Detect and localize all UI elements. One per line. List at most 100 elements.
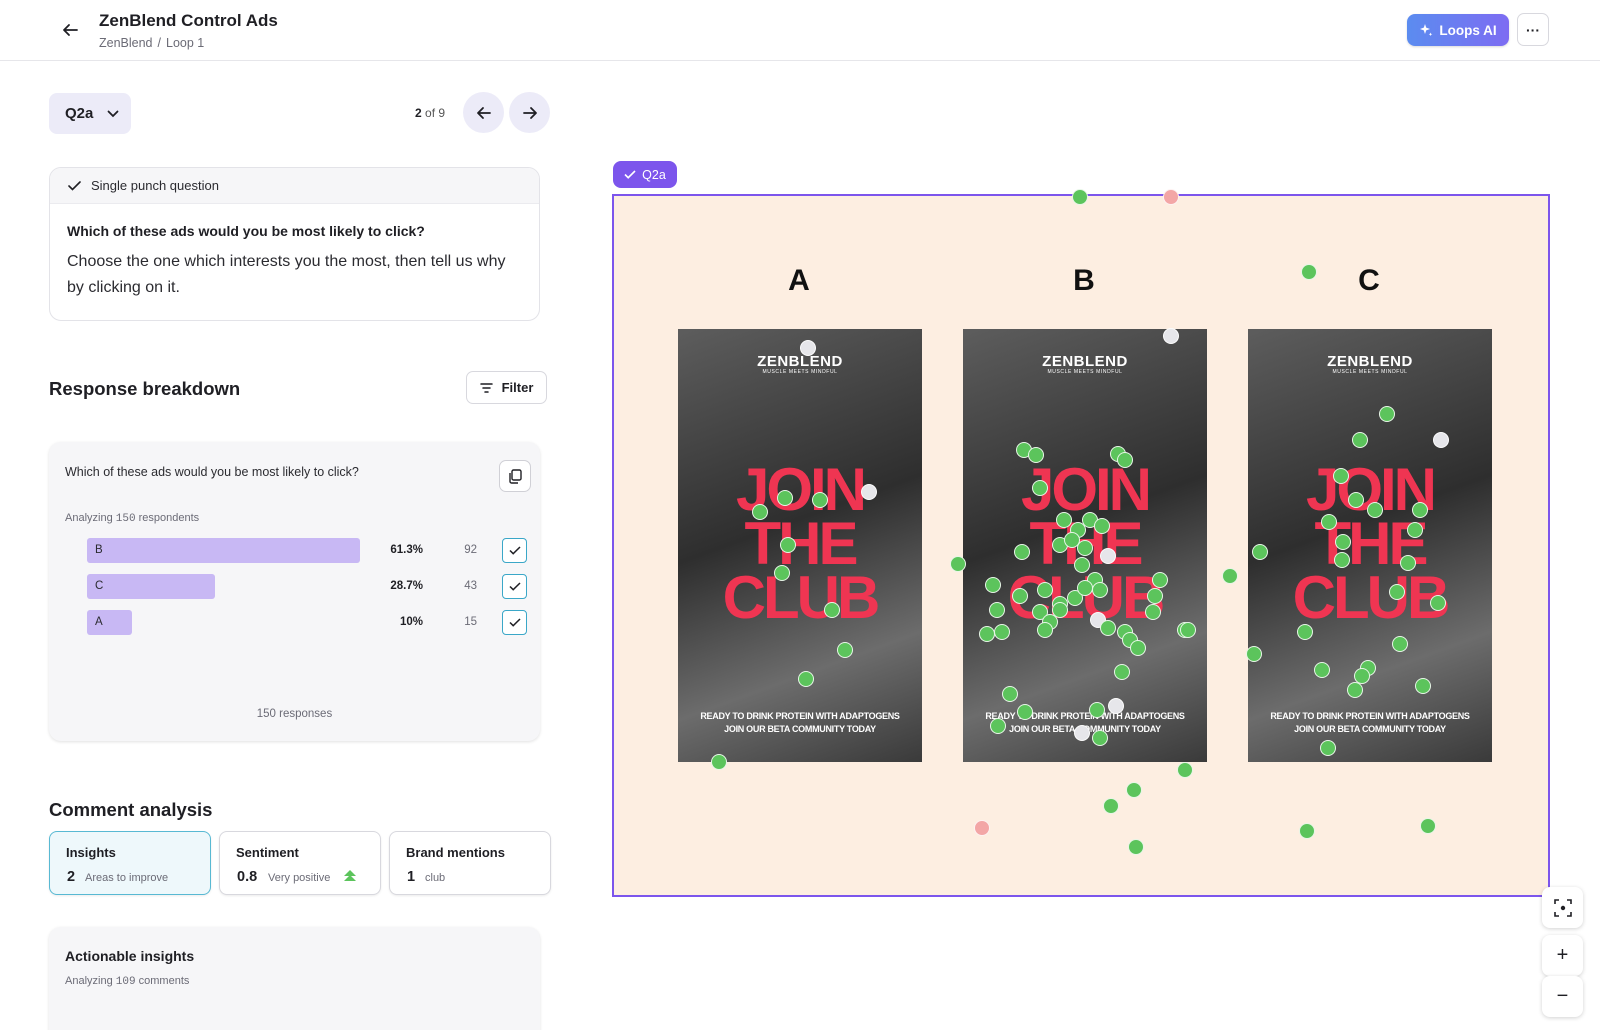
breadcrumb-project[interactable]: ZenBlend (99, 36, 153, 50)
ad-logo-tagline: MUSCLE MEETS MINDFUL (1332, 369, 1408, 375)
pager-indicator: 2 of 9 (415, 106, 445, 120)
check-icon (624, 170, 636, 179)
response-bar (87, 574, 215, 599)
more-options-button[interactable]: ··· (1517, 13, 1549, 46)
loops-ai-button[interactable]: Loops AI (1407, 14, 1509, 46)
ad-image-c[interactable]: ZENBLEND MUSCLE MEETS MINDFUL JOIN THE C… (1248, 329, 1492, 762)
analyzing-prefix: Analyzing (65, 975, 113, 987)
insights-card[interactable]: Insights 2 Areas to improve (49, 831, 211, 895)
question-card: Single punch question Which of these ads… (49, 167, 540, 321)
next-question-button[interactable] (509, 92, 550, 133)
filter-button[interactable]: Filter (466, 371, 547, 404)
comment-count: 109 (115, 976, 136, 988)
option-label: A (95, 616, 103, 628)
check-icon (508, 582, 521, 591)
ad-logo: ZENBLEND (1042, 353, 1128, 370)
actionable-insights-title: Actionable insights (65, 948, 195, 964)
breadcrumb: ZenBlend / Loop 1 (99, 36, 204, 50)
ad-image-a[interactable]: ZENBLEND MUSCLE MEETS MINDFUL JOIN THE C… (678, 329, 922, 762)
ad-logo: ZENBLEND (757, 353, 843, 370)
question-type-header: Single punch question (50, 168, 539, 204)
check-icon (508, 546, 521, 555)
sentiment-card[interactable]: Sentiment 0.8 Very positive (219, 831, 381, 895)
page-title: ZenBlend Control Ads (99, 11, 278, 30)
check-icon (68, 180, 81, 191)
canvas-tag-label: Q2a (642, 167, 666, 182)
ad-letter-c: C (1358, 264, 1380, 297)
option-percent: 28.7% (390, 580, 423, 592)
breakdown-row: B 61.3% 92 (87, 538, 527, 563)
brand-mentions-value: 1 (407, 869, 416, 885)
analyzing-prefix: Analyzing (65, 512, 113, 524)
chevron-down-icon (107, 110, 119, 117)
ad-logo-tagline: MUSCLE MEETS MINDFUL (762, 369, 838, 375)
analyzing-comments: Analyzing 109 comments (65, 975, 189, 988)
sentiment-sub: Very positive (268, 872, 331, 884)
ad-footer-line-2: JOIN OUR BETA COMMUNITY TODAY (1294, 724, 1446, 734)
breakdown-question: Which of these ads would you be most lik… (65, 465, 359, 479)
response-breakdown-title: Response breakdown (49, 378, 241, 399)
zoom-in-button[interactable]: + (1542, 935, 1583, 976)
option-percent: 10% (399, 616, 423, 628)
analyzing-respondents: Analyzing 150 respondents (65, 512, 199, 525)
brand-mentions-card[interactable]: Brand mentions 1 club (389, 831, 551, 895)
focus-icon (1553, 898, 1572, 917)
option-percent: 61.3% (390, 544, 423, 556)
option-label: C (95, 580, 104, 592)
breadcrumb-loop[interactable]: Loop 1 (166, 36, 204, 50)
breakdown-row: C 28.7% 43 (87, 574, 527, 599)
ad-letter-b: B (1073, 264, 1095, 297)
brand-mentions-title: Brand mentions (406, 845, 505, 860)
insights-value: 2 (67, 869, 76, 885)
ad-letter-a: A (788, 264, 810, 297)
copy-icon (509, 468, 522, 484)
loops-ai-label: Loops AI (1439, 22, 1497, 38)
sentiment-title: Sentiment (236, 845, 299, 860)
total-responses: 150 responses (256, 708, 333, 720)
ad-image-b[interactable]: ZENBLEND MUSCLE MEETS MINDFUL JOIN THE C… (963, 329, 1207, 762)
fit-to-screen-button[interactable] (1542, 887, 1583, 928)
option-count: 92 (464, 544, 477, 556)
option-count: 43 (464, 580, 477, 592)
ad-footer: READY TO DRINK PROTEIN WITH ADAPTOGENS J… (1248, 710, 1492, 736)
check-icon (508, 618, 521, 627)
sentiment-value: 0.8 (237, 869, 258, 885)
analyzing-suffix: respondents (138, 512, 200, 524)
comment-analysis-title: Comment analysis (49, 799, 213, 820)
option-checkbox[interactable] (502, 538, 527, 563)
filter-label: Filter (501, 380, 534, 395)
pager-current: 2 (415, 106, 422, 120)
breadcrumb-separator: / (157, 36, 161, 50)
response-breakdown-card: Which of these ads would you be most lik… (49, 442, 540, 741)
option-checkbox[interactable] (502, 610, 527, 635)
copy-button[interactable] (499, 460, 531, 492)
ad-footer-line-1: READY TO DRINK PROTEIN WITH ADAPTOGENS (700, 711, 900, 721)
question-text: Which of these ads would you be most lik… (67, 223, 425, 239)
option-checkbox[interactable] (502, 574, 527, 599)
insights-title: Insights (66, 845, 116, 860)
ad-footer-line-1: READY TO DRINK PROTEIN WITH ADAPTOGENS (985, 711, 1185, 721)
sparkle-icon (1420, 24, 1433, 37)
double-arrow-up-icon (344, 870, 356, 881)
canvas-question-tag[interactable]: Q2a (613, 161, 677, 188)
previous-question-button[interactable] (463, 92, 504, 133)
zoom-out-button[interactable]: − (1542, 976, 1583, 1017)
ad-footer-line-2: JOIN OUR BETA COMMUNITY TODAY (1009, 724, 1161, 734)
ad-headline: JOIN THE CLUB (722, 456, 881, 631)
response-bar (87, 610, 132, 635)
brand-mentions-sub: club (425, 872, 446, 884)
option-count: 15 (464, 616, 477, 628)
insights-sub: Areas to improve (85, 872, 169, 884)
ad-footer-line-2: JOIN OUR BETA COMMUNITY TODAY (724, 724, 876, 734)
ad-footer: READY TO DRINK PROTEIN WITH ADAPTOGENS J… (678, 710, 922, 736)
arrow-right-icon (522, 106, 537, 119)
top-bar: ZenBlend Control Ads ZenBlend / Loop 1 L… (0, 0, 1600, 61)
arrow-left-icon (476, 106, 491, 119)
question-select[interactable]: Q2a (49, 93, 131, 134)
ad-footer-line-1: READY TO DRINK PROTEIN WITH ADAPTOGENS (1270, 711, 1470, 721)
question-select-value: Q2a (65, 105, 94, 122)
ad-headline: JOIN THE CLUB (1007, 456, 1166, 631)
question-instruction: Choose the one which interests you the m… (67, 253, 506, 296)
ad-logo: ZENBLEND (1327, 353, 1413, 370)
back-arrow-icon[interactable] (58, 18, 82, 42)
